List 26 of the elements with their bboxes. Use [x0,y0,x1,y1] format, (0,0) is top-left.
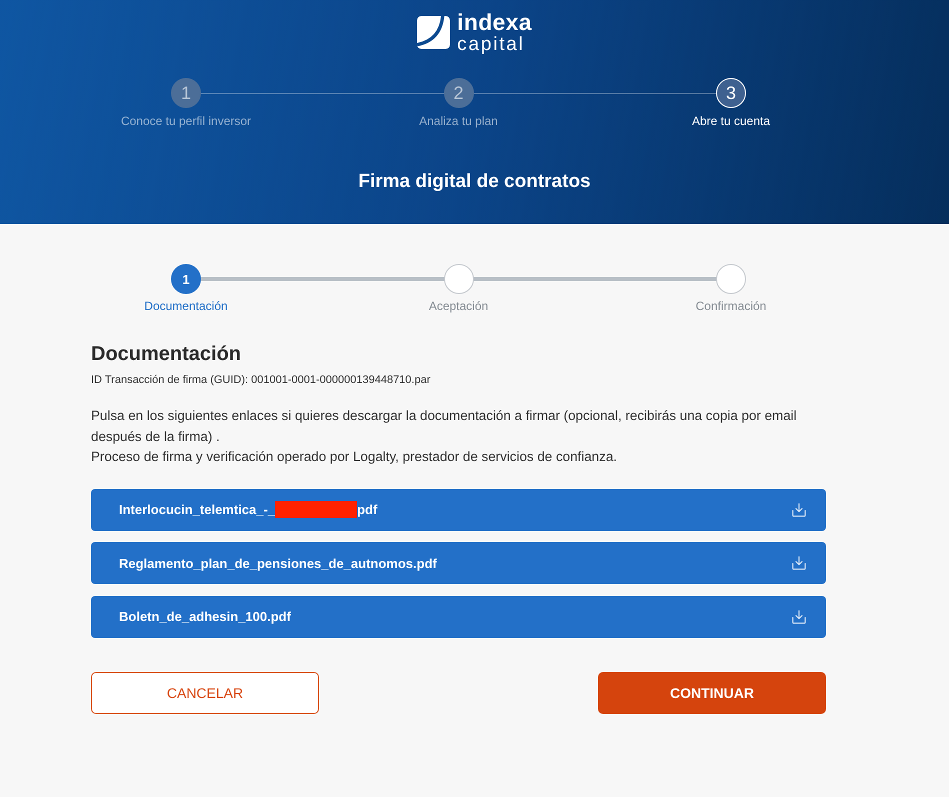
download-icon [792,556,806,570]
step-label: Documentación [144,299,228,313]
step-label: Confirmación [696,299,766,313]
logo-icon [417,16,450,48]
section-title: Documentación [91,342,242,366]
step-circle: 1 [171,264,201,294]
step-label: Conoce tu perfil inversor [120,114,252,128]
step-label: Abre tu cuenta [692,114,770,128]
step-label: Aceptación [428,299,488,313]
brand-name: indexa [457,10,532,34]
step-label: Analiza tu plan [419,114,498,128]
download-icon [792,610,806,624]
document-link[interactable]: Interlocucin_telemtica_-_ pdf [91,488,826,530]
document-link[interactable]: Boletn_de_adhesin_100.pdf [91,596,826,638]
download-icon [792,502,806,516]
step-circle: 2 [444,78,474,108]
cancel-button[interactable]: CANCELAR [91,672,319,714]
info-text: Pulsa en los siguientes enlaces si quieres descargar la documentación a firmar (opcional, recibirás una copia por email después de la firma) . [91,407,798,446]
document-link[interactable]: Reglamento_plan_de_pensiones_de_autnomos.pdf [91,542,826,584]
step-circle: 3 [716,78,746,108]
transaction-id: ID Transacción de firma (GUID): 001001-0001-000000139448710.par [91,373,432,387]
step-circle: 1 [171,78,201,108]
continue-button[interactable]: CONTINUAR [598,672,826,714]
info-text: Proceso de firma y verificación operado por Logalty, prestador de servicios de confianza. [91,448,618,466]
page-title: Firma digital de contratos [358,171,591,193]
brand-subname: capital [457,34,526,54]
